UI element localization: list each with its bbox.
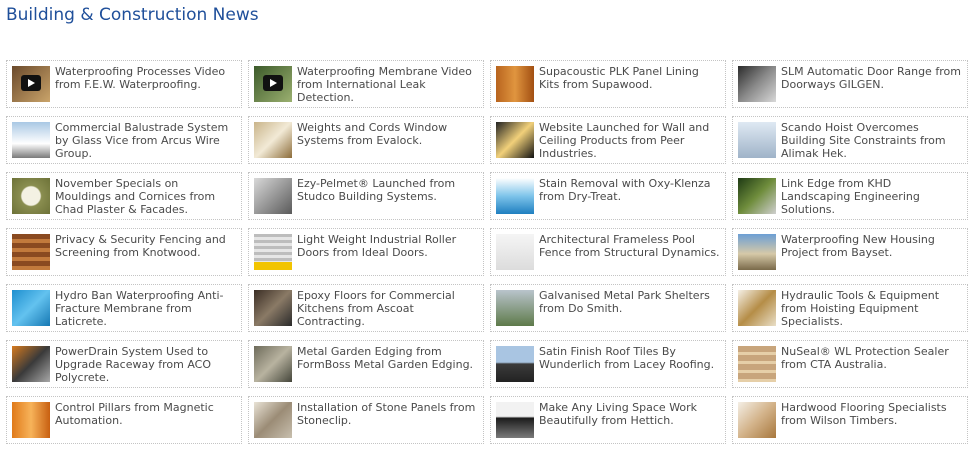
play-icon[interactable] xyxy=(21,75,41,91)
news-item-title[interactable]: Supacoustic PLK Panel Lining Kits from S… xyxy=(539,65,721,91)
pool-thumb[interactable] xyxy=(496,234,534,270)
news-item-title[interactable]: Architectural Frameless Pool Fence from … xyxy=(539,233,721,259)
shelter-thumb[interactable] xyxy=(496,290,534,326)
news-item[interactable]: Stain Removal with Oxy-Klenza from Dry-T… xyxy=(490,172,726,220)
news-item-title[interactable]: Website Launched for Wall and Ceiling Pr… xyxy=(539,121,721,160)
pelmet-thumb[interactable] xyxy=(254,178,292,214)
tools-thumb[interactable] xyxy=(738,290,776,326)
news-item-title[interactable]: Commercial Balustrade System by Glass Vi… xyxy=(55,121,237,160)
label-stripe xyxy=(254,262,292,270)
news-grid: Waterproofing Processes Video from F.E.W… xyxy=(6,60,968,444)
news-item[interactable]: Supacoustic PLK Panel Lining Kits from S… xyxy=(490,60,726,108)
news-item-title[interactable]: Scando Hoist Overcomes Building Site Con… xyxy=(781,121,963,160)
news-item[interactable]: Waterproofing New Housing Project from B… xyxy=(732,228,968,276)
play-icon[interactable] xyxy=(263,75,283,91)
news-item-title[interactable]: Ezy-Pelmet® Launched from Studco Buildin… xyxy=(297,177,479,203)
news-item[interactable]: Waterproofing Processes Video from F.E.W… xyxy=(6,60,242,108)
news-item[interactable]: Hydraulic Tools & Equipment from Hoistin… xyxy=(732,284,968,332)
news-item[interactable]: Link Edge from KHD Landscaping Engineeri… xyxy=(732,172,968,220)
news-item-title[interactable]: Satin Finish Roof Tiles By Wunderlich fr… xyxy=(539,345,721,371)
news-item[interactable]: NuSeal® WL Protection Sealer from CTA Au… xyxy=(732,340,968,388)
news-item[interactable]: Control Pillars from Magnetic Automation… xyxy=(6,396,242,444)
website-thumb[interactable] xyxy=(496,122,534,158)
news-item-title[interactable]: Weights and Cords Window Systems from Ev… xyxy=(297,121,479,147)
video-thumb[interactable] xyxy=(254,66,292,102)
page-title: Building & Construction News xyxy=(6,5,259,25)
news-item[interactable]: Light Weight Industrial Roller Doors fro… xyxy=(248,228,484,276)
sealer-thumb[interactable] xyxy=(738,346,776,382)
news-item-title[interactable]: Hydraulic Tools & Equipment from Hoistin… xyxy=(781,289,963,328)
drain-thumb[interactable] xyxy=(12,346,50,382)
flooring-thumb[interactable] xyxy=(738,402,776,438)
edge-thumb[interactable] xyxy=(738,178,776,214)
news-item-title[interactable]: Waterproofing New Housing Project from B… xyxy=(781,233,963,259)
roof-thumb[interactable] xyxy=(496,346,534,382)
news-item-title[interactable]: November Specials on Mouldings and Corni… xyxy=(55,177,237,216)
news-item[interactable]: Installation of Stone Panels from Stonec… xyxy=(248,396,484,444)
news-item[interactable]: Hardwood Flooring Specialists from Wilso… xyxy=(732,396,968,444)
news-item[interactable]: PowerDrain System Used to Upgrade Racewa… xyxy=(6,340,242,388)
news-item[interactable]: Make Any Living Space Work Beautifully f… xyxy=(490,396,726,444)
pillar-thumb[interactable] xyxy=(12,402,50,438)
housing-thumb[interactable] xyxy=(738,234,776,270)
news-item-title[interactable]: NuSeal® WL Protection Sealer from CTA Au… xyxy=(781,345,963,371)
news-item[interactable]: Waterproofing Membrane Video from Intern… xyxy=(248,60,484,108)
window-thumb[interactable] xyxy=(254,122,292,158)
news-item[interactable]: Hydro Ban Waterproofing Anti-Fracture Me… xyxy=(6,284,242,332)
news-item[interactable]: November Specials on Mouldings and Corni… xyxy=(6,172,242,220)
news-item[interactable]: Ezy-Pelmet® Launched from Studco Buildin… xyxy=(248,172,484,220)
news-item-title[interactable]: Hydro Ban Waterproofing Anti-Fracture Me… xyxy=(55,289,237,328)
news-item[interactable]: Epoxy Floors for Commercial Kitchens fro… xyxy=(248,284,484,332)
news-item[interactable]: Satin Finish Roof Tiles By Wunderlich fr… xyxy=(490,340,726,388)
news-item[interactable]: Galvanised Metal Park Shelters from Do S… xyxy=(490,284,726,332)
news-item[interactable]: SLM Automatic Door Range from Doorways G… xyxy=(732,60,968,108)
news-item-title[interactable]: Light Weight Industrial Roller Doors fro… xyxy=(297,233,479,259)
news-item[interactable]: Architectural Frameless Pool Fence from … xyxy=(490,228,726,276)
news-item-title[interactable]: Waterproofing Membrane Video from Intern… xyxy=(297,65,479,104)
video-thumb[interactable] xyxy=(12,66,50,102)
pool-water-thumb[interactable] xyxy=(12,290,50,326)
panel-thumb[interactable] xyxy=(496,66,534,102)
fence-thumb[interactable] xyxy=(12,234,50,270)
news-item[interactable]: Metal Garden Edging from FormBoss Metal … xyxy=(248,340,484,388)
garden-thumb[interactable] xyxy=(254,346,292,382)
news-item-title[interactable]: Control Pillars from Magnetic Automation… xyxy=(55,401,237,427)
door-thumb[interactable] xyxy=(738,66,776,102)
product-thumb[interactable] xyxy=(496,178,534,214)
news-item[interactable]: Privacy & Security Fencing and Screening… xyxy=(6,228,242,276)
news-item-title[interactable]: SLM Automatic Door Range from Doorways G… xyxy=(781,65,963,91)
news-item-title[interactable]: PowerDrain System Used to Upgrade Racewa… xyxy=(55,345,237,384)
kitchen-thumb[interactable] xyxy=(496,402,534,438)
news-item-title[interactable]: Privacy & Security Fencing and Screening… xyxy=(55,233,237,259)
news-item-title[interactable]: Stain Removal with Oxy-Klenza from Dry-T… xyxy=(539,177,721,203)
news-item-title[interactable]: Link Edge from KHD Landscaping Engineeri… xyxy=(781,177,963,216)
floor-thumb[interactable] xyxy=(254,290,292,326)
hoist-thumb[interactable] xyxy=(738,122,776,158)
news-item-title[interactable]: Epoxy Floors for Commercial Kitchens fro… xyxy=(297,289,479,328)
news-item[interactable]: Weights and Cords Window Systems from Ev… xyxy=(248,116,484,164)
roller-thumb[interactable] xyxy=(254,234,292,270)
news-item-title[interactable]: Galvanised Metal Park Shelters from Do S… xyxy=(539,289,721,315)
balustrade-thumb[interactable] xyxy=(12,122,50,158)
news-item[interactable]: Commercial Balustrade System by Glass Vi… xyxy=(6,116,242,164)
news-item-title[interactable]: Hardwood Flooring Specialists from Wilso… xyxy=(781,401,963,427)
news-item[interactable]: Scando Hoist Overcomes Building Site Con… xyxy=(732,116,968,164)
news-item-title[interactable]: Waterproofing Processes Video from F.E.W… xyxy=(55,65,237,91)
news-item[interactable]: Website Launched for Wall and Ceiling Pr… xyxy=(490,116,726,164)
news-item-title[interactable]: Metal Garden Edging from FormBoss Metal … xyxy=(297,345,479,371)
stone-thumb[interactable] xyxy=(254,402,292,438)
news-item-title[interactable]: Make Any Living Space Work Beautifully f… xyxy=(539,401,721,427)
news-item-title[interactable]: Installation of Stone Panels from Stonec… xyxy=(297,401,479,427)
moulding-thumb[interactable] xyxy=(12,178,50,214)
